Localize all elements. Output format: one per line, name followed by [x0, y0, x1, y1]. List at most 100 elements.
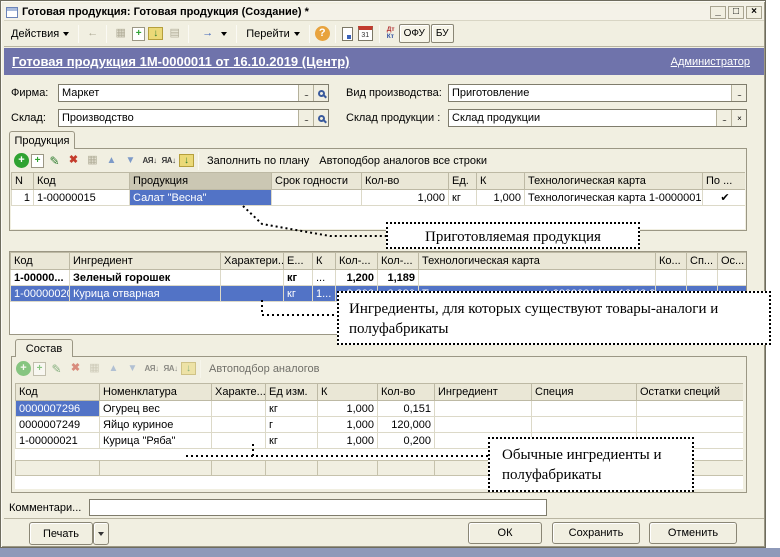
cell-unit[interactable]: кг — [266, 433, 318, 449]
document-structure-icon[interactable] — [342, 27, 353, 41]
col-header-ingredient[interactable]: Ингредиент — [70, 253, 221, 270]
col-header-nomenclature[interactable]: Номенклатура — [100, 384, 212, 401]
cell-characteristic[interactable] — [212, 433, 266, 449]
import-icon[interactable]: ↓ — [148, 27, 163, 40]
col-header-characteristic[interactable]: Характе... — [212, 384, 266, 401]
col-header-flag[interactable]: По ... — [703, 173, 746, 190]
sort-desc-icon[interactable]: ЯА↓ — [160, 153, 177, 169]
maximize-button[interactable]: □ — [728, 6, 744, 19]
products-warehouse-input[interactable] — [449, 110, 716, 126]
tab-sostav[interactable]: Состав — [15, 339, 73, 357]
cell-n[interactable]: 1 — [12, 190, 34, 206]
cell-k[interactable]: 1,000 — [318, 401, 378, 417]
col-header-qty2[interactable]: Кол-... — [378, 253, 419, 270]
cell-qty[interactable]: 1,000 — [362, 190, 449, 206]
print-button[interactable]: Печать — [29, 522, 93, 545]
cell-qty1[interactable]: 1,200 — [336, 270, 378, 286]
ellipsis-button[interactable]: ... — [298, 110, 313, 126]
col-header-spice-rest[interactable]: Остатки специй — [637, 384, 744, 401]
cell-code-selected[interactable]: 0000007296 — [16, 401, 100, 417]
post-document-button[interactable]: → — [193, 24, 232, 44]
cell-code[interactable]: 1-00000020 — [11, 286, 70, 302]
minimize-button[interactable]: _ — [710, 6, 726, 19]
cell-code[interactable]: 1-00000015 — [34, 190, 130, 206]
ok-button[interactable]: ОК — [468, 522, 542, 544]
copy-document-icon[interactable]: + — [132, 27, 145, 41]
search-button[interactable] — [313, 110, 328, 126]
cell-os[interactable] — [718, 270, 747, 286]
move-down-icon[interactable]: ▼ — [122, 153, 139, 169]
cell-qty[interactable]: 0,200 — [378, 433, 435, 449]
cell-nomenclature[interactable]: Курица "Ряба" — [100, 433, 212, 449]
cell-spice-rest[interactable] — [637, 401, 744, 417]
cell-qty[interactable]: 120,000 — [378, 417, 435, 433]
cell-qty[interactable]: 0,151 — [378, 401, 435, 417]
cell-nomenclature[interactable]: Яйцо куриное — [100, 417, 212, 433]
sort-asc-icon[interactable]: АЯ↓ — [141, 153, 158, 169]
cell-unit[interactable]: кг — [284, 286, 313, 302]
col-header-tech-card[interactable]: Технологическая карта — [525, 173, 703, 190]
col-header-k[interactable]: К — [313, 253, 336, 270]
firm-input[interactable] — [59, 85, 298, 101]
cell-ko[interactable] — [656, 270, 687, 286]
cell-characteristic[interactable] — [212, 417, 266, 433]
cancel-button[interactable]: Отменить — [649, 522, 737, 544]
ellipsis-button[interactable]: ... — [716, 110, 731, 126]
col-header-tech-card[interactable]: Технологическая карта — [419, 253, 656, 270]
copy-row-icon[interactable]: + — [33, 362, 46, 376]
cell-qty2[interactable]: 1,189 — [378, 270, 419, 286]
col-header-k[interactable]: К — [477, 173, 525, 190]
col-header-sp[interactable]: Сп... — [687, 253, 718, 270]
cell-sp[interactable] — [687, 270, 718, 286]
save-button[interactable]: Сохранить — [552, 522, 640, 544]
cell-code[interactable]: 0000007249 — [16, 417, 100, 433]
table-row[interactable]: 0000007296 Огурец вес кг 1,000 0,151 — [16, 401, 744, 417]
fill-by-plan-button[interactable]: Заполнить по плану — [202, 155, 314, 167]
col-header-shelf-life[interactable]: Срок годности — [272, 173, 362, 190]
pick-icon[interactable]: ↓ — [181, 362, 196, 375]
col-header-code[interactable]: Код — [11, 253, 70, 270]
col-header-code[interactable]: Код — [16, 384, 100, 401]
col-header-qty1[interactable]: Кол-... — [336, 253, 378, 270]
comment-input[interactable] — [90, 500, 546, 515]
autoselect-analogs-button[interactable]: Автоподбор аналогов — [204, 363, 325, 375]
cell-unit[interactable]: кг — [266, 401, 318, 417]
sort-desc-icon[interactable]: ЯА↓ — [162, 361, 179, 377]
move-up-icon[interactable]: ▲ — [105, 361, 122, 377]
actions-menu-button[interactable]: Действия — [6, 24, 74, 44]
calendar-icon[interactable]: 31 — [358, 26, 373, 41]
cell-product-selected[interactable]: Салат "Весна" — [130, 190, 272, 206]
col-header-spice[interactable]: Специя — [532, 384, 637, 401]
print-dropdown-button[interactable] — [93, 522, 109, 545]
cell-tech-card[interactable] — [419, 270, 656, 286]
table-row[interactable]: 1-00000... Зеленый горошек кг ... 1,200 … — [11, 270, 747, 286]
cell-ingredient[interactable]: Курица отварная — [70, 286, 221, 302]
cell-ingredient[interactable] — [435, 417, 532, 433]
search-button[interactable] — [313, 85, 328, 101]
user-link[interactable]: Администратор — [671, 56, 750, 68]
col-header-ingredient[interactable]: Ингредиент — [435, 384, 532, 401]
cell-code[interactable]: 1-00000... — [11, 270, 70, 286]
col-header-characteristic[interactable]: Характери... — [221, 253, 284, 270]
cell-k[interactable]: 1,000 — [318, 417, 378, 433]
move-down-icon[interactable]: ▼ — [124, 361, 141, 377]
edit-row-icon[interactable]: ✎ — [48, 361, 65, 377]
ellipsis-button[interactable]: ... — [298, 85, 313, 101]
help-icon[interactable]: ? — [315, 26, 330, 41]
move-up-icon[interactable]: ▲ — [103, 153, 120, 169]
cell-characteristic[interactable] — [221, 270, 284, 286]
tab-products[interactable]: Продукция — [9, 131, 75, 149]
cell-code[interactable]: 1-00000021 — [16, 433, 100, 449]
col-header-qty[interactable]: Кол-во — [362, 173, 449, 190]
clear-icon[interactable]: × — [731, 110, 746, 126]
col-header-unit[interactable]: Е... — [284, 253, 313, 270]
add-row-icon[interactable]: + — [14, 153, 29, 168]
goto-menu-button[interactable]: Перейти — [241, 24, 305, 44]
accounting-dtkt-icon[interactable]: Дт Кт — [387, 27, 395, 40]
checkmark-icon[interactable]: ✔ — [703, 190, 746, 206]
cell-characteristic[interactable] — [212, 401, 266, 417]
table-row[interactable]: 0000007249 Яйцо куриное г 1,000 120,000 — [16, 417, 744, 433]
edit-row-icon[interactable]: ✎ — [46, 153, 63, 169]
col-header-n[interactable]: N — [12, 173, 34, 190]
cell-characteristic[interactable] — [221, 286, 284, 302]
